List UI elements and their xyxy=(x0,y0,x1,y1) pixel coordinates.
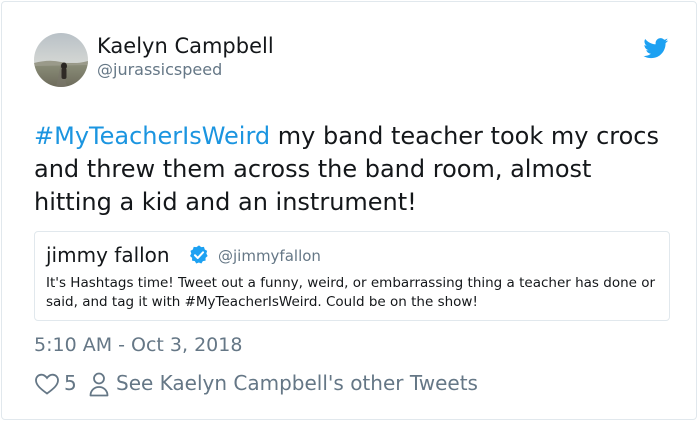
verified-badge-icon xyxy=(190,245,208,264)
like-count[interactable]: 5 xyxy=(64,370,77,396)
quoted-text: It's Hashtags time! Tweet out a funny, w… xyxy=(46,275,656,310)
twitter-bird-icon[interactable] xyxy=(643,38,669,59)
quoted-author-handle[interactable]: @jimmyfallon xyxy=(218,246,321,266)
tweet-footer: 5 See Kaelyn Campbell's other Tweets xyxy=(34,368,674,398)
tweet-card: Kaelyn Campbell @jurassicspeed #MyTeache… xyxy=(1,1,697,420)
timestamp[interactable]: 5:10 AM - Oct 3, 2018 xyxy=(34,333,242,357)
other-tweets-link[interactable]: See Kaelyn Campbell's other Tweets xyxy=(116,370,478,396)
author-handle[interactable]: @jurassicspeed xyxy=(97,60,222,80)
quoted-tweet[interactable]: jimmy fallon @jimmyfallon It's Hashtags … xyxy=(34,231,670,321)
avatar[interactable] xyxy=(34,33,88,87)
heart-icon[interactable] xyxy=(34,372,60,396)
tweet-text: #MyTeacherIsWeird my band teacher took m… xyxy=(34,120,674,219)
person-icon xyxy=(89,372,109,397)
hashtag-link[interactable]: #MyTeacherIsWeird xyxy=(34,122,270,150)
quoted-author-name[interactable]: jimmy fallon xyxy=(46,242,170,268)
author-name[interactable]: Kaelyn Campbell xyxy=(97,33,274,59)
